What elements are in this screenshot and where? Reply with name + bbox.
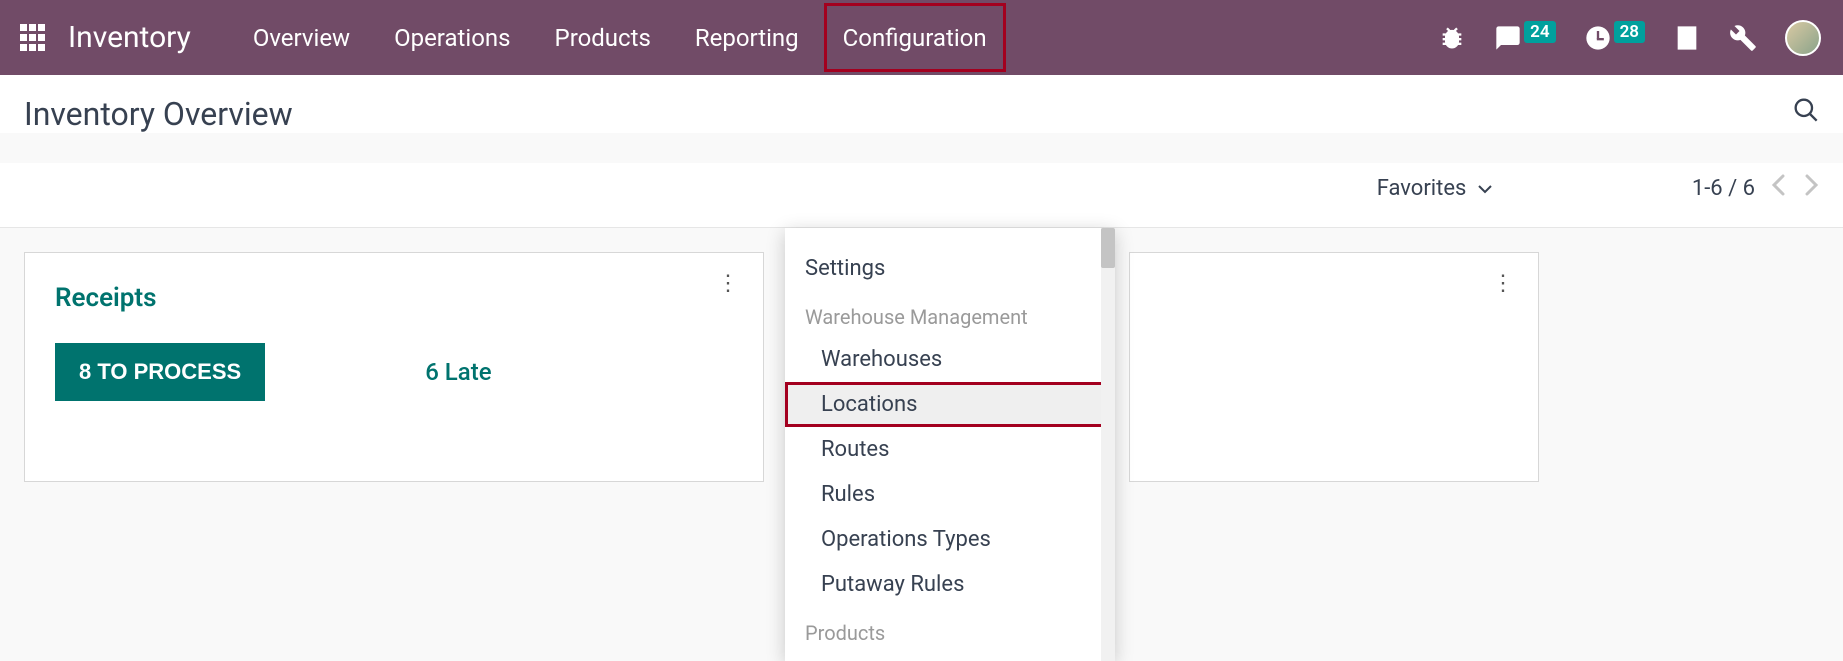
dropdown-item-routes[interactable]: Routes <box>785 427 1115 472</box>
dropdown-item-settings[interactable]: Settings <box>785 246 1115 291</box>
user-avatar[interactable] <box>1785 20 1821 56</box>
kanban-card-next[interactable]: ⋮ <box>1129 252 1539 482</box>
nav-configuration[interactable]: Configuration <box>821 0 1009 75</box>
activities-icon[interactable]: 28 <box>1584 24 1645 52</box>
app-name[interactable]: Inventory <box>68 20 191 55</box>
top-navbar: Inventory Overview Operations Products R… <box>0 0 1843 75</box>
dropdown-scrollbar[interactable] <box>1101 228 1115 661</box>
messages-icon[interactable]: 24 <box>1494 24 1555 52</box>
debug-icon[interactable] <box>1438 24 1466 52</box>
content-area: Settings Warehouse Management Warehouses… <box>0 228 1843 506</box>
activities-badge: 28 <box>1614 21 1645 43</box>
messages-badge: 24 <box>1524 21 1555 43</box>
chevron-down-icon <box>1478 176 1492 201</box>
dropdown-item-warehouses[interactable]: Warehouses <box>785 337 1115 382</box>
pager-prev-icon[interactable] <box>1771 173 1787 203</box>
dropdown-item-operations-types[interactable]: Operations Types <box>785 517 1115 562</box>
apps-icon[interactable] <box>20 24 48 52</box>
card-kebab-menu-icon[interactable]: ⋮ <box>717 277 739 290</box>
tools-icon[interactable] <box>1729 24 1757 52</box>
dropdown-item-putaway-rules[interactable]: Putaway Rules <box>785 562 1115 607</box>
pager-count: 1-6 / 6 <box>1692 176 1755 201</box>
card-kebab-menu-icon[interactable]: ⋮ <box>1492 277 1514 290</box>
search-icon[interactable] <box>1791 95 1819 127</box>
control-panel-bottom: Favorites 1-6 / 6 <box>0 163 1843 228</box>
nav-overview[interactable]: Overview <box>231 0 372 75</box>
favorites-menu[interactable]: Favorites <box>1377 176 1492 201</box>
to-process-button[interactable]: 8 TO PROCESS <box>55 343 265 401</box>
nav-reporting[interactable]: Reporting <box>673 0 821 75</box>
kanban-card-receipts[interactable]: Receipts ⋮ 8 TO PROCESS 6 Late <box>24 252 764 482</box>
nav-operations[interactable]: Operations <box>372 0 532 75</box>
nav-products[interactable]: Products <box>533 0 673 75</box>
company-icon[interactable] <box>1673 24 1701 52</box>
dropdown-item-locations[interactable]: Locations <box>785 382 1115 427</box>
main-nav: Overview Operations Products Reporting C… <box>231 0 1009 75</box>
dropdown-section-warehouse: Warehouse Management <box>785 291 1115 337</box>
dropdown-section-products: Products <box>785 607 1115 653</box>
systray: 24 28 <box>1438 20 1833 56</box>
pager: 1-6 / 6 <box>1692 173 1819 203</box>
control-panel-top: Inventory Overview <box>0 75 1843 133</box>
page-title: Inventory Overview <box>24 95 1819 133</box>
pager-next-icon[interactable] <box>1803 173 1819 203</box>
late-count[interactable]: 6 Late <box>425 358 491 386</box>
card-title: Receipts <box>55 283 733 313</box>
configuration-dropdown: Settings Warehouse Management Warehouses… <box>785 228 1115 661</box>
dropdown-item-rules[interactable]: Rules <box>785 472 1115 517</box>
favorites-label: Favorites <box>1377 176 1467 201</box>
